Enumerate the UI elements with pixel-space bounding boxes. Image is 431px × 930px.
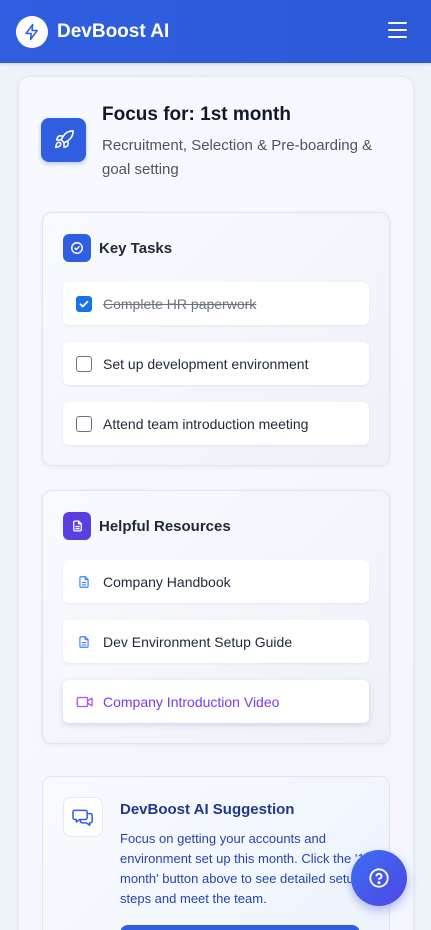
suggestion-action-button[interactable] — [120, 925, 360, 930]
task-checkbox[interactable] — [76, 415, 92, 432]
hamburger-menu-icon[interactable] — [388, 22, 407, 38]
check-circle-icon — [63, 234, 91, 262]
task-item[interactable]: Attend team introduction meeting — [63, 402, 369, 445]
suggestion-text: Focus on getting your accounts and envir… — [120, 831, 375, 906]
help-button[interactable] — [351, 850, 407, 906]
resource-label: Company Introduction Video — [103, 693, 280, 710]
resource-link[interactable]: Company Introduction Video — [63, 680, 369, 723]
document-icon — [76, 574, 92, 590]
resource-link[interactable]: Dev Environment Setup Guide — [63, 620, 369, 663]
helpful-resources-panel: Helpful Resources Company Handbook Dev E… — [42, 490, 390, 744]
task-label: Set up development environment — [103, 355, 309, 372]
app-title[interactable]: DevBoost AI — [57, 21, 169, 43]
task-checkbox[interactable] — [76, 355, 92, 372]
resource-label: Company Handbook — [103, 573, 231, 590]
task-label: Attend team introduction meeting — [103, 415, 309, 432]
app-header: DevBoost AI — [0, 0, 431, 63]
document-icon — [76, 634, 92, 650]
task-item[interactable]: Set up development environment — [63, 342, 369, 385]
task-checkbox-checked[interactable] — [76, 295, 92, 312]
key-tasks-title: Key Tasks — [99, 239, 173, 257]
task-label: Complete HR paperwork — [103, 295, 257, 312]
resources-title: Helpful Resources — [99, 517, 231, 535]
rocket-icon — [41, 118, 86, 162]
resource-link[interactable]: Company Handbook — [63, 560, 369, 603]
resource-label: Dev Environment Setup Guide — [103, 633, 293, 650]
help-circle-icon — [368, 867, 390, 889]
document-icon — [63, 512, 91, 540]
lightning-icon[interactable] — [16, 15, 48, 48]
video-icon — [76, 694, 94, 710]
focus-title: Focus for: 1st month — [102, 104, 291, 125]
chat-bubbles-icon — [63, 797, 103, 837]
focus-subtitle: Recruitment, Selection & Pre-boarding & … — [102, 137, 373, 178]
ai-suggestion-panel: DevBoost AI Suggestion Focus on getting … — [42, 776, 390, 930]
key-tasks-panel: Key Tasks Complete HR paperwork Set up d… — [42, 212, 390, 466]
suggestion-title: DevBoost AI Suggestion — [120, 801, 295, 818]
task-item[interactable]: Complete HR paperwork — [63, 282, 369, 325]
